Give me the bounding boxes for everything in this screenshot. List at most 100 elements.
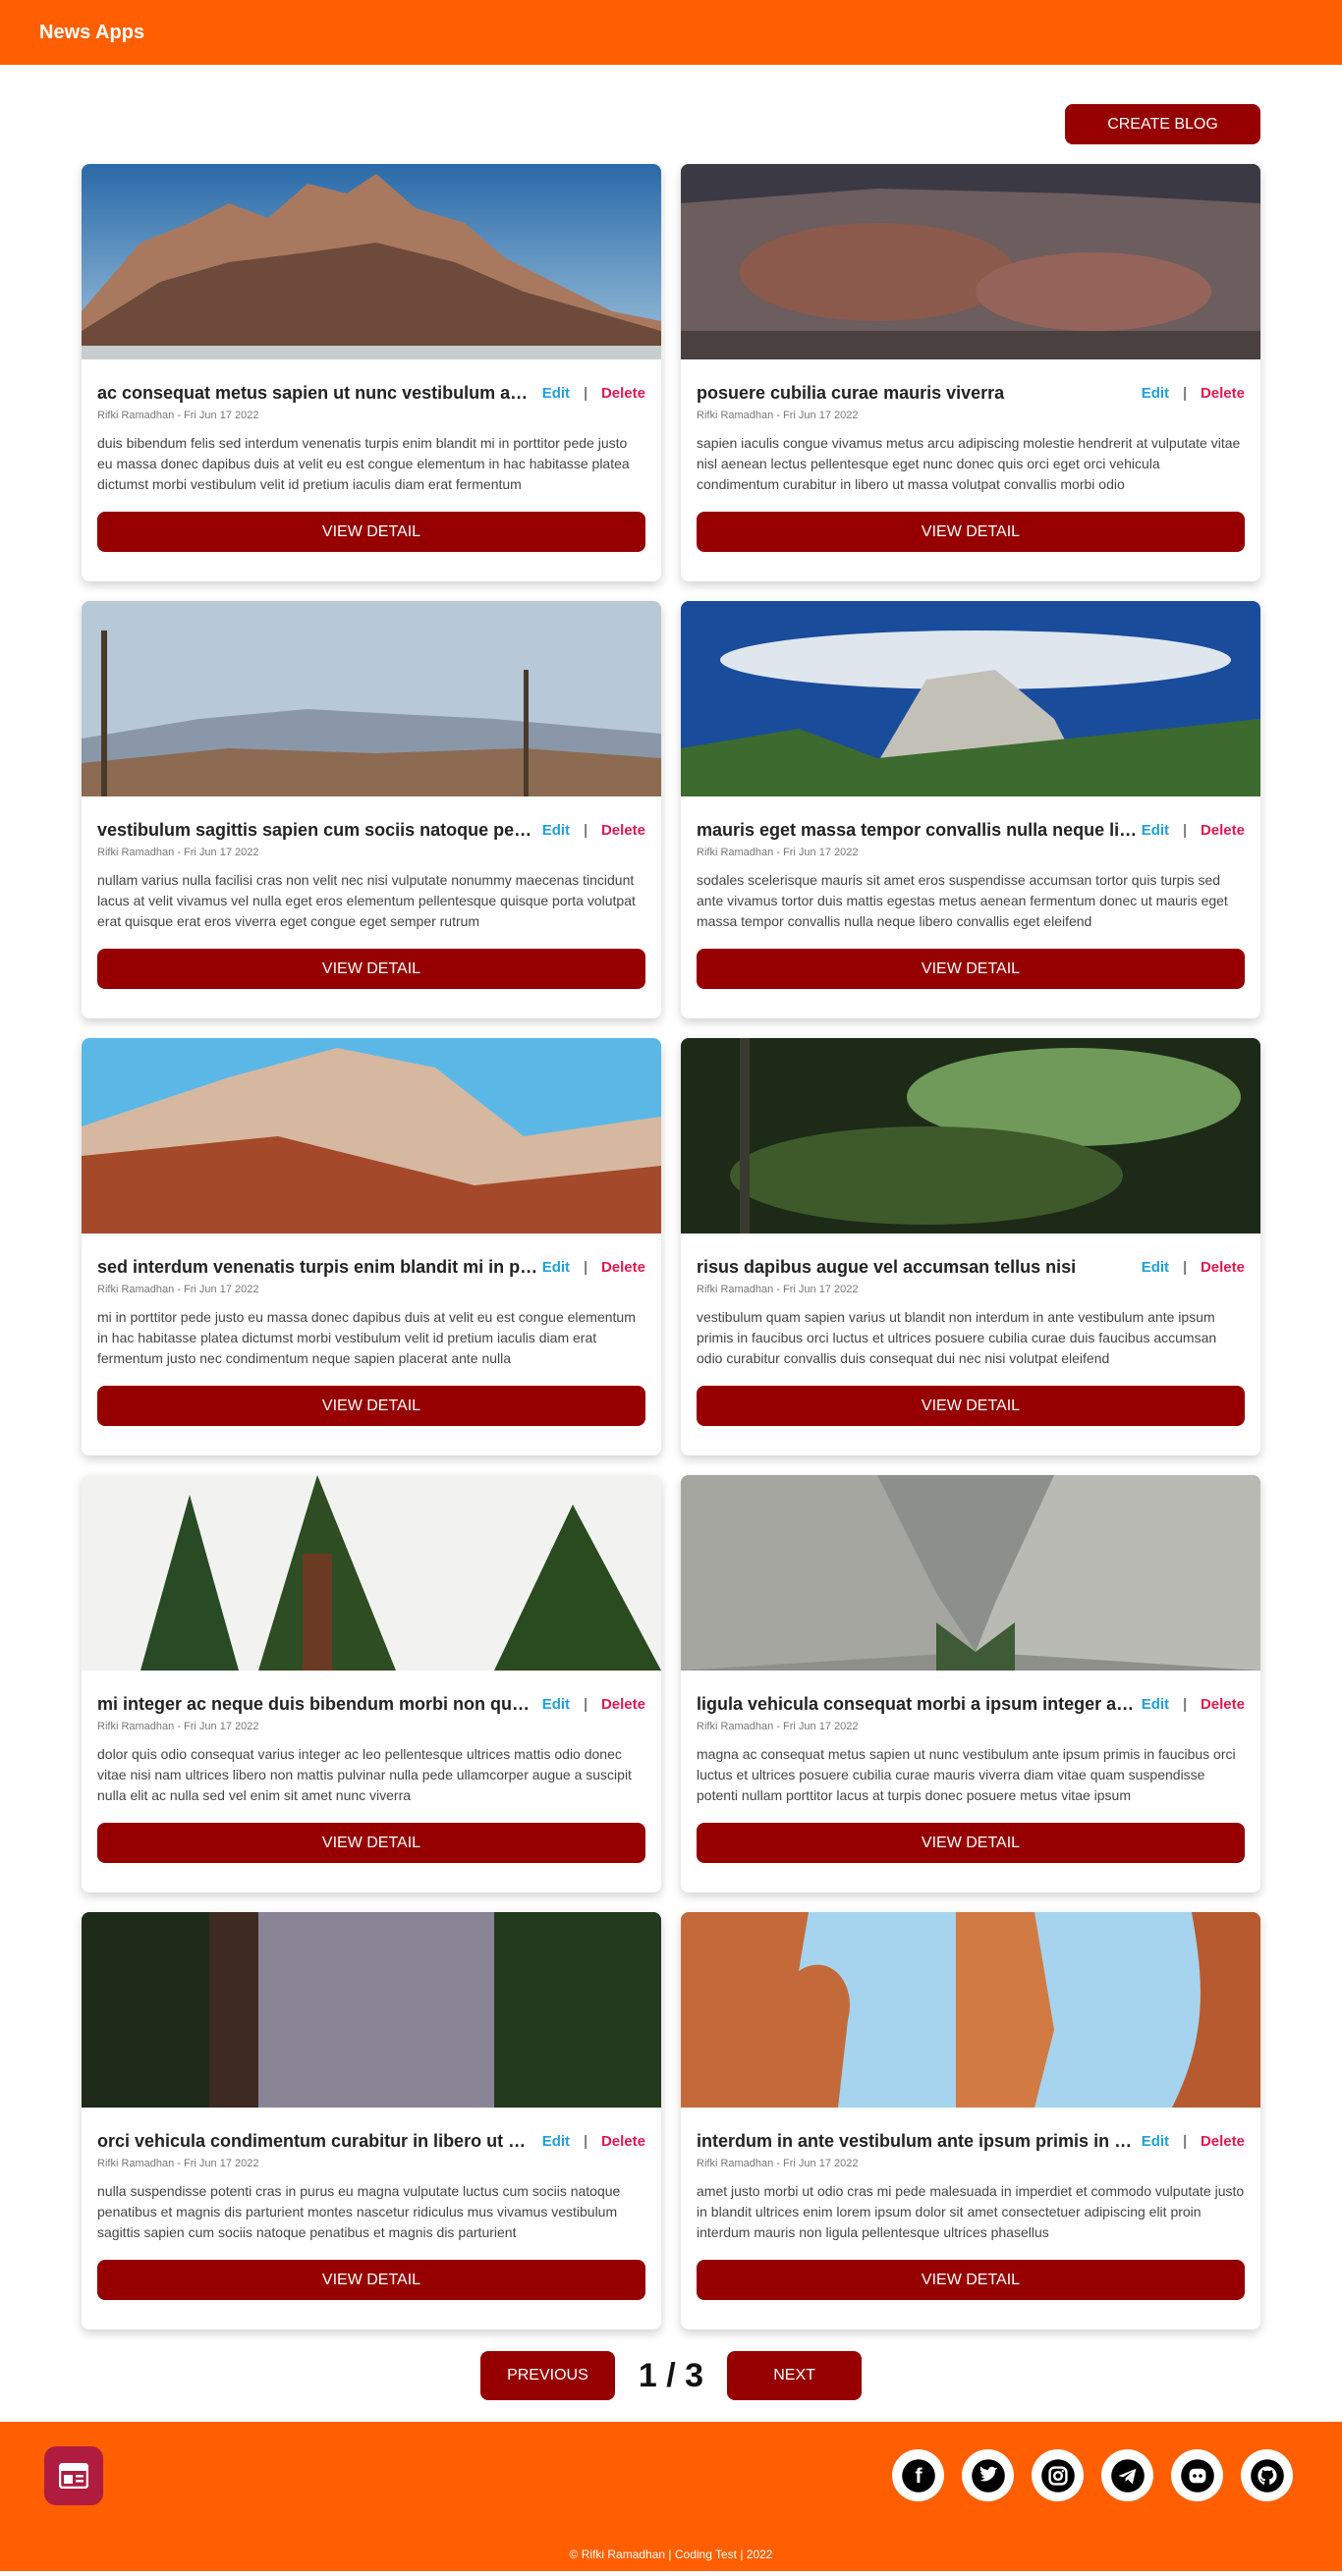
blog-card: ligula vehicula consequat morbi a ipsum …	[681, 1475, 1260, 1892]
card-meta: Rifki Ramadhan - Fri Jun 17 2022	[697, 847, 859, 858]
action-separator: |	[584, 2133, 587, 2150]
blog-card-grid: ac consequat metus sapien ut nunc vestib…	[82, 164, 1260, 2329]
edit-link[interactable]: Edit	[542, 1259, 570, 1276]
create-blog-button[interactable]: CREATE BLOG	[1065, 104, 1260, 144]
github-icon[interactable]	[1241, 2449, 1293, 2501]
action-separator: |	[1183, 1259, 1187, 1276]
blog-card: vestibulum sagittis sapien cum sociis na…	[82, 601, 661, 1018]
card-title[interactable]: posuere cubilia curae mauris viverra	[697, 383, 1142, 404]
delete-link[interactable]: Delete	[1201, 1696, 1245, 1713]
card-body: mi integer ac neque duis bibendum morbi …	[82, 1671, 661, 1863]
delete-link[interactable]: Delete	[1201, 2133, 1245, 2150]
card-image	[681, 164, 1260, 359]
footer: f © Rifki Ramadhan | Coding Test | 2022	[0, 2422, 1342, 2571]
card-image	[681, 1475, 1260, 1671]
card-actions: Edit | Delete	[542, 1259, 645, 1276]
view-detail-button[interactable]: VIEW DETAIL	[697, 1386, 1245, 1426]
action-separator: |	[1183, 1696, 1187, 1713]
card-title[interactable]: sed interdum venenatis turpis enim bland…	[97, 1257, 542, 1278]
discord-icon[interactable]	[1171, 2449, 1223, 2501]
card-meta: Rifki Ramadhan - Fri Jun 17 2022	[697, 410, 859, 421]
delete-link[interactable]: Delete	[1201, 385, 1245, 402]
card-body: ac consequat metus sapien ut nunc vestib…	[82, 359, 661, 552]
card-title[interactable]: risus dapibus augue vel accumsan tellus …	[697, 1257, 1142, 1278]
card-actions: Edit | Delete	[1142, 2133, 1245, 2150]
delete-link[interactable]: Delete	[601, 1259, 645, 1276]
delete-link[interactable]: Delete	[601, 822, 645, 839]
card-body: vestibulum sagittis sapien cum sociis na…	[82, 796, 661, 989]
card-image	[82, 601, 661, 796]
brand-title[interactable]: News Apps	[39, 22, 144, 44]
card-meta: Rifki Ramadhan - Fri Jun 17 2022	[697, 1284, 859, 1295]
blog-card: sed interdum venenatis turpis enim bland…	[82, 1038, 661, 1455]
footer-logo-icon[interactable]	[44, 2446, 103, 2505]
edit-link[interactable]: Edit	[1142, 385, 1169, 402]
next-page-button[interactable]: NEXT	[727, 2351, 863, 2400]
card-description: sodales scelerisque mauris sit amet eros…	[697, 872, 1228, 929]
card-title[interactable]: orci vehicula condimentum curabitur in l…	[97, 2131, 542, 2152]
view-detail-button[interactable]: VIEW DETAIL	[697, 2260, 1245, 2300]
card-meta: Rifki Ramadhan - Fri Jun 17 2022	[97, 410, 259, 421]
card-title-row: sed interdum venenatis turpis enim bland…	[97, 1257, 645, 1278]
view-detail-button[interactable]: VIEW DETAIL	[97, 1823, 645, 1863]
card-title-row: orci vehicula condimentum curabitur in l…	[97, 2131, 645, 2152]
card-title[interactable]: vestibulum sagittis sapien cum sociis na…	[97, 820, 542, 841]
blog-card: mauris eget massa tempor convallis nulla…	[681, 601, 1260, 1018]
edit-link[interactable]: Edit	[1142, 2133, 1169, 2150]
card-title-row: posuere cubilia curae mauris viverra Edi…	[697, 383, 1245, 404]
previous-page-button[interactable]: PREVIOUS	[479, 2351, 615, 2400]
view-detail-button[interactable]: VIEW DETAIL	[97, 1386, 645, 1426]
card-title[interactable]: mauris eget massa tempor convallis nulla…	[697, 820, 1142, 841]
card-image	[82, 164, 661, 359]
card-image	[681, 1912, 1260, 2108]
card-description: vestibulum quam sapien varius ut blandit…	[697, 1309, 1217, 1366]
delete-link[interactable]: Delete	[601, 385, 645, 402]
action-separator: |	[1183, 2133, 1187, 2150]
blog-card: risus dapibus augue vel accumsan tellus …	[681, 1038, 1260, 1455]
card-title[interactable]: ligula vehicula consequat morbi a ipsum …	[697, 1694, 1142, 1715]
delete-link[interactable]: Delete	[1201, 822, 1245, 839]
view-detail-button[interactable]: VIEW DETAIL	[97, 949, 645, 989]
card-description: nullam varius nulla facilisi cras non ve…	[97, 872, 636, 929]
edit-link[interactable]: Edit	[542, 385, 570, 402]
view-detail-button[interactable]: VIEW DETAIL	[697, 949, 1245, 989]
instagram-icon[interactable]	[1032, 2449, 1084, 2501]
edit-link[interactable]: Edit	[1142, 822, 1169, 839]
action-separator: |	[1183, 822, 1187, 839]
card-meta: Rifki Ramadhan - Fri Jun 17 2022	[697, 2158, 859, 2169]
edit-link[interactable]: Edit	[542, 1696, 570, 1713]
svg-text:f: f	[915, 2463, 923, 2488]
facebook-icon[interactable]: f	[892, 2449, 944, 2501]
view-detail-button[interactable]: VIEW DETAIL	[697, 512, 1245, 552]
delete-link[interactable]: Delete	[1201, 1259, 1245, 1276]
card-meta: Rifki Ramadhan - Fri Jun 17 2022	[97, 2158, 259, 2169]
edit-link[interactable]: Edit	[1142, 1696, 1169, 1713]
card-body: risus dapibus augue vel accumsan tellus …	[681, 1233, 1260, 1426]
action-separator: |	[584, 822, 587, 839]
card-title[interactable]: mi integer ac neque duis bibendum morbi …	[97, 1694, 542, 1715]
card-image	[82, 1038, 661, 1233]
edit-link[interactable]: Edit	[1142, 1259, 1169, 1276]
view-detail-button[interactable]: VIEW DETAIL	[97, 2260, 645, 2300]
card-body: ligula vehicula consequat morbi a ipsum …	[681, 1671, 1260, 1863]
card-actions: Edit | Delete	[1142, 822, 1245, 839]
card-title[interactable]: interdum in ante vestibulum ante ipsum p…	[697, 2131, 1142, 2152]
delete-link[interactable]: Delete	[601, 1696, 645, 1713]
card-meta: Rifki Ramadhan - Fri Jun 17 2022	[97, 1721, 259, 1732]
blog-card: mi integer ac neque duis bibendum morbi …	[82, 1475, 661, 1892]
edit-link[interactable]: Edit	[542, 2133, 570, 2150]
view-detail-button[interactable]: VIEW DETAIL	[697, 1823, 1245, 1863]
twitter-icon[interactable]	[962, 2449, 1014, 2501]
action-separator: |	[584, 1696, 587, 1713]
card-title-row: ac consequat metus sapien ut nunc vestib…	[97, 383, 645, 404]
copyright: © Rifki Ramadhan | Coding Test | 2022	[569, 2548, 773, 2561]
delete-link[interactable]: Delete	[601, 2133, 645, 2150]
card-description: amet justo morbi ut odio cras mi pede ma…	[697, 2183, 1245, 2240]
telegram-icon[interactable]	[1101, 2449, 1153, 2501]
card-image	[82, 1912, 661, 2108]
card-meta: Rifki Ramadhan - Fri Jun 17 2022	[97, 847, 259, 858]
edit-link[interactable]: Edit	[542, 822, 570, 839]
card-body: interdum in ante vestibulum ante ipsum p…	[681, 2108, 1260, 2300]
view-detail-button[interactable]: VIEW DETAIL	[97, 512, 645, 552]
card-title[interactable]: ac consequat metus sapien ut nunc vestib…	[97, 383, 542, 404]
